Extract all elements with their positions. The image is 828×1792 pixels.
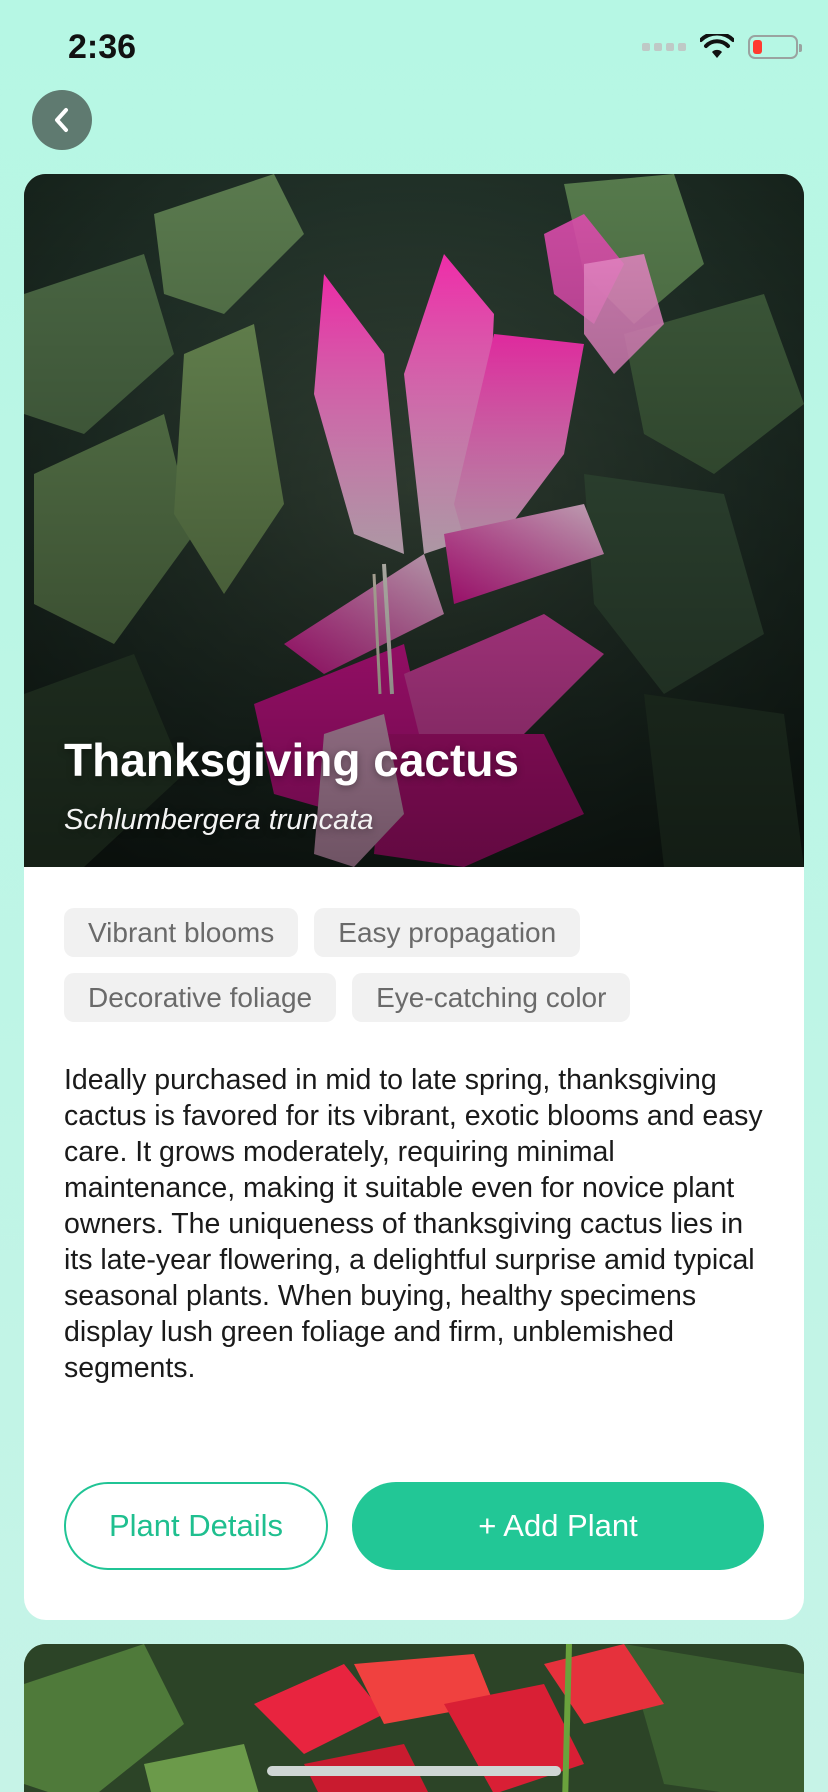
back-button[interactable] <box>32 90 92 150</box>
status-bar: 2:36 <box>0 0 828 100</box>
home-indicator <box>267 1766 561 1776</box>
chevron-left-icon <box>55 108 68 132</box>
plant-card: Thanksgiving cactus Schlumbergera trunca… <box>24 174 804 1620</box>
wifi-icon <box>700 34 734 58</box>
status-time: 2:36 <box>68 28 137 66</box>
hero-text: Thanksgiving cactus Schlumbergera trunca… <box>64 735 519 837</box>
tag-chip: Vibrant blooms <box>64 908 299 957</box>
plant-hero-image: Thanksgiving cactus Schlumbergera trunca… <box>24 174 804 867</box>
plant-tags: Vibrant blooms Easy propagation Decorati… <box>64 908 764 1022</box>
card-actions: Plant Details + Add Plant <box>64 1482 764 1570</box>
plant-scientific-name: Schlumbergera truncata <box>64 804 374 836</box>
add-plant-button[interactable]: + Add Plant <box>352 1482 764 1570</box>
tag-chip: Eye-catching color <box>352 973 631 1022</box>
plant-details-button[interactable]: Plant Details <box>64 1482 328 1570</box>
tag-chip: Easy propagation <box>314 908 581 957</box>
battery-icon <box>748 35 802 59</box>
tag-chip: Decorative foliage <box>64 973 337 1022</box>
cellular-signal-icon <box>642 43 686 51</box>
plant-description: Ideally purchased in mid to late spring,… <box>64 1064 763 1384</box>
status-icons <box>642 34 802 60</box>
plant-title: Thanksgiving cactus <box>64 734 520 787</box>
